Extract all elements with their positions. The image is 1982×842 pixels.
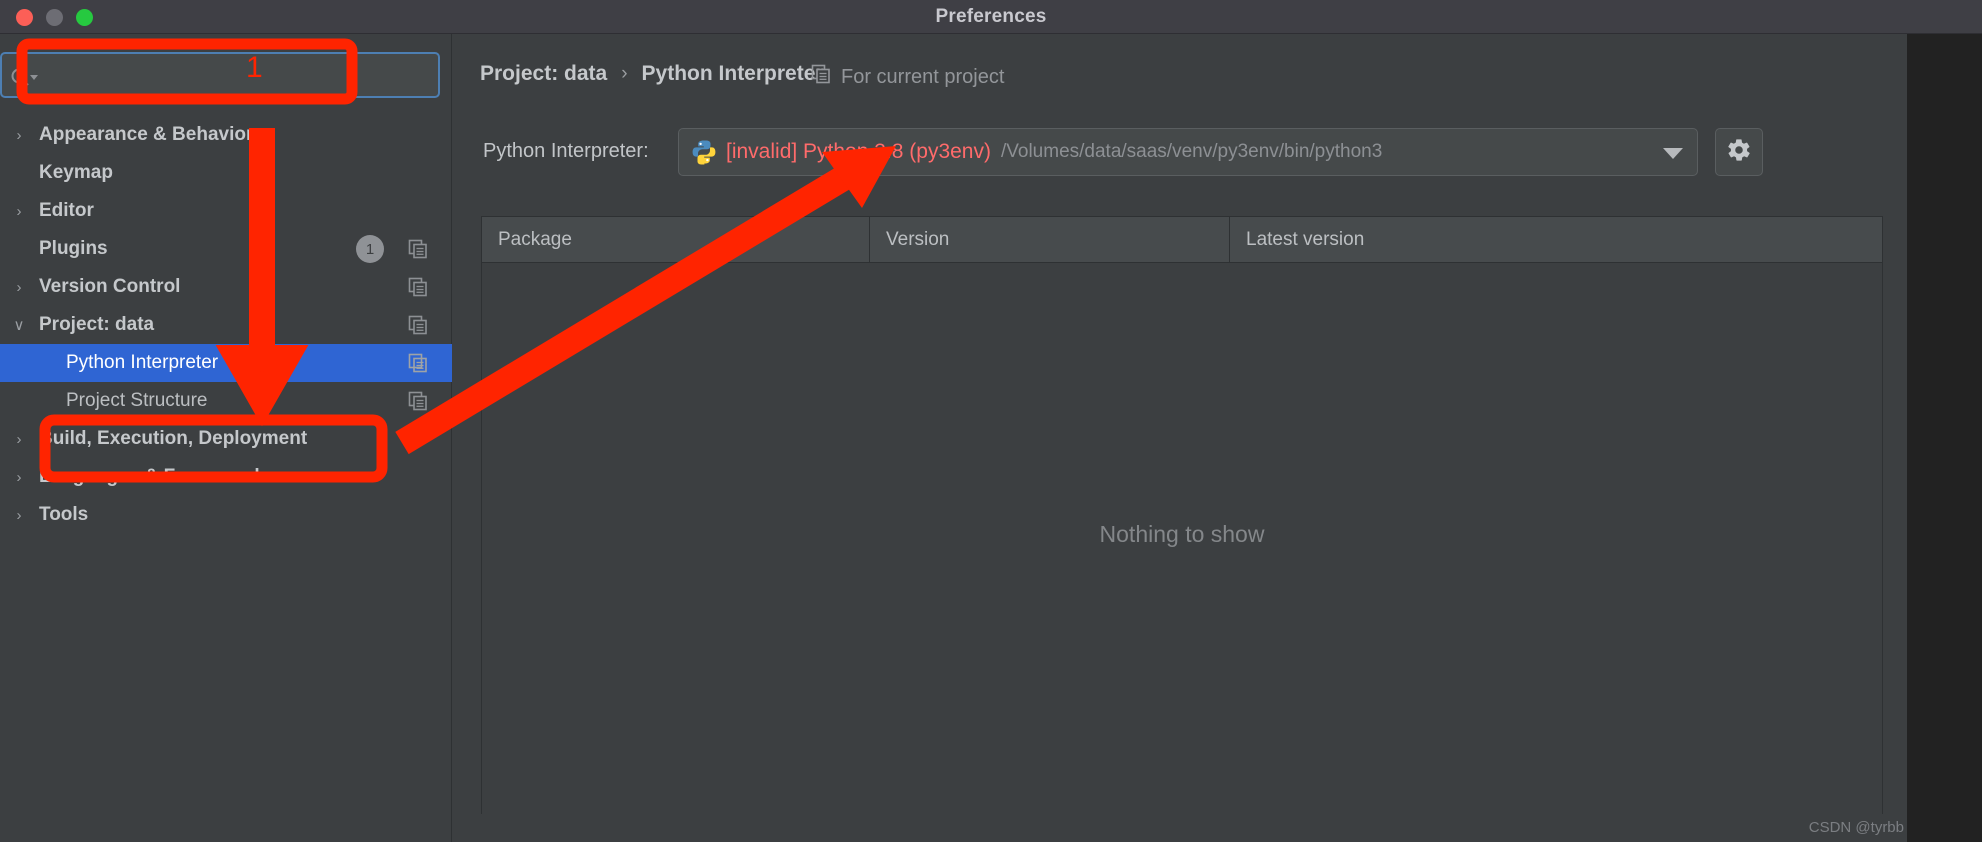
settings-content-pane: Project: data › Python Interpreter For c… bbox=[453, 34, 1907, 842]
sidebar-item-label: Editor bbox=[39, 200, 94, 221]
title-bar: Preferences bbox=[0, 0, 1982, 34]
sidebar-item-label: Keymap bbox=[39, 162, 113, 183]
search-input[interactable] bbox=[46, 54, 436, 96]
sidebar-item-label: Project Structure bbox=[66, 390, 208, 411]
sidebar-item-label: Appearance & Behavior bbox=[39, 124, 254, 145]
sidebar-item-label: Project: data bbox=[39, 314, 155, 335]
sidebar-item-languages-frameworks[interactable]: › Languages & Frameworks bbox=[0, 458, 452, 496]
column-header-package[interactable]: Package bbox=[482, 217, 870, 262]
chevron-right-icon[interactable]: › bbox=[10, 278, 28, 296]
sidebar-item-label: Tools bbox=[39, 504, 89, 525]
table-header-row: Package Version Latest version bbox=[482, 217, 1882, 263]
empty-state-message: Nothing to show bbox=[1099, 521, 1265, 547]
for-current-project-label: For current project bbox=[811, 64, 1004, 90]
window-title: Preferences bbox=[935, 6, 1047, 27]
chevron-right-icon[interactable]: › bbox=[10, 430, 28, 448]
preferences-window: Preferences › Appearance & Behavior Keym… bbox=[0, 0, 1982, 842]
python-interpreter-dropdown[interactable]: [invalid] Python 3.8 (py3env) /Volumes/d… bbox=[678, 128, 1698, 176]
sidebar-item-tools[interactable]: › Tools bbox=[0, 496, 452, 534]
gear-icon bbox=[1726, 137, 1752, 168]
interpreter-settings-button[interactable] bbox=[1715, 128, 1763, 176]
breadcrumb-separator-icon: › bbox=[621, 63, 628, 84]
watermark: CSDN @tyrbb bbox=[1808, 819, 1904, 836]
sidebar-item-python-interpreter[interactable]: Python Interpreter bbox=[0, 344, 452, 382]
copy-icon[interactable] bbox=[408, 239, 428, 259]
python-logo-icon bbox=[691, 139, 717, 165]
copy-icon[interactable] bbox=[408, 353, 428, 373]
installed-packages-table: Package Version Latest version Nothing t… bbox=[481, 216, 1883, 814]
breadcrumb-item-python-interpreter: Python Interpreter bbox=[641, 62, 824, 85]
right-gutter bbox=[1907, 34, 1982, 842]
python-interpreter-row: Python Interpreter: [invalid] Python 3.8… bbox=[453, 128, 1907, 180]
breadcrumb: Project: data › Python Interpreter bbox=[480, 62, 824, 86]
minimize-window-button[interactable] bbox=[46, 9, 63, 26]
chevron-right-icon[interactable]: › bbox=[10, 468, 28, 486]
sidebar-item-label: Build, Execution, Deployment bbox=[39, 428, 308, 449]
breadcrumb-item-project[interactable]: Project: data bbox=[480, 62, 607, 86]
plugins-update-badge: 1 bbox=[356, 235, 384, 263]
sidebar-item-label: Version Control bbox=[39, 276, 181, 297]
copy-icon[interactable] bbox=[408, 391, 428, 411]
sidebar-item-project-structure[interactable]: Project Structure bbox=[0, 382, 452, 420]
sidebar-item-appearance-behavior[interactable]: › Appearance & Behavior bbox=[0, 116, 452, 154]
chevron-right-icon[interactable]: › bbox=[10, 506, 28, 524]
interpreter-path: /Volumes/data/saas/venv/py3env/bin/pytho… bbox=[1000, 141, 1383, 162]
chevron-down-icon[interactable] bbox=[1663, 148, 1683, 159]
copy-icon bbox=[811, 64, 831, 90]
sidebar-item-label: Python Interpreter bbox=[66, 352, 219, 373]
sidebar-item-project-data[interactable]: ∨ Project: data bbox=[0, 306, 452, 344]
python-interpreter-label: Python Interpreter: bbox=[483, 140, 649, 162]
copy-icon[interactable] bbox=[408, 277, 428, 297]
sidebar-item-version-control[interactable]: › Version Control bbox=[0, 268, 452, 306]
close-window-button[interactable] bbox=[16, 9, 33, 26]
zoom-window-button[interactable] bbox=[76, 9, 93, 26]
chevron-right-icon[interactable]: › bbox=[10, 202, 28, 220]
column-header-latest-version[interactable]: Latest version bbox=[1230, 217, 1882, 262]
sidebar-item-build-execution-deployment[interactable]: › Build, Execution, Deployment bbox=[0, 420, 452, 458]
chevron-right-icon[interactable]: › bbox=[10, 126, 28, 144]
sidebar-item-label: Languages & Frameworks bbox=[39, 466, 276, 487]
sidebar-item-label: Plugins bbox=[39, 238, 108, 259]
chevron-down-icon[interactable]: ∨ bbox=[10, 316, 28, 334]
sidebar-item-keymap[interactable]: Keymap bbox=[0, 154, 452, 192]
settings-sidebar: › Appearance & Behavior Keymap › Editor … bbox=[0, 34, 452, 842]
copy-icon[interactable] bbox=[408, 315, 428, 335]
for-current-project-text: For current project bbox=[841, 65, 1005, 88]
settings-search-box[interactable] bbox=[0, 52, 440, 98]
table-body: Nothing to show bbox=[482, 263, 1882, 814]
traffic-light-controls bbox=[16, 9, 93, 26]
sidebar-item-editor[interactable]: › Editor bbox=[0, 192, 452, 230]
search-icon bbox=[10, 66, 44, 88]
interpreter-name: [invalid] Python 3.8 (py3env) bbox=[726, 140, 991, 163]
sidebar-item-plugins[interactable]: Plugins 1 bbox=[0, 230, 452, 268]
column-header-version[interactable]: Version bbox=[870, 217, 1230, 262]
settings-tree: › Appearance & Behavior Keymap › Editor … bbox=[0, 116, 452, 534]
